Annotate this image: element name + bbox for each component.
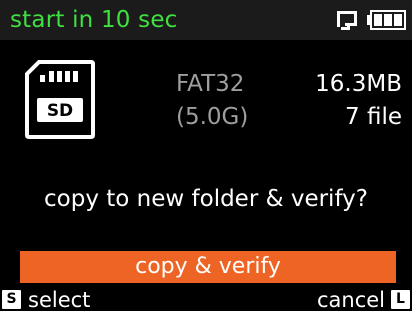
data-size: 16.3MB: [315, 71, 402, 97]
cancel-label[interactable]: cancel: [317, 287, 385, 311]
copy-verify-button[interactable]: copy & verify: [20, 251, 396, 283]
status-header: start in 10 sec: [0, 0, 412, 40]
device-screen: start in 10 sec SD FAT32 (5.0G) 16.3MB 7…: [0, 0, 412, 311]
cancel-key-icon[interactable]: L: [391, 290, 410, 309]
sd-card-icon-label: SD: [47, 101, 73, 121]
filesystem-type: FAT32: [176, 71, 245, 97]
countdown-title: start in 10 sec: [10, 7, 178, 33]
select-label[interactable]: select: [28, 287, 90, 311]
card-capacity: (5.0G): [176, 104, 249, 130]
usb-link-icon: [337, 11, 357, 30]
file-count: 7 file: [345, 104, 402, 130]
battery-full-icon: [367, 10, 406, 30]
sd-card-icon: SD: [25, 60, 95, 139]
select-key-icon[interactable]: S: [2, 290, 21, 309]
confirm-question: copy to new folder & verify?: [44, 186, 368, 212]
footer-bar: S select cancel L: [0, 287, 412, 311]
